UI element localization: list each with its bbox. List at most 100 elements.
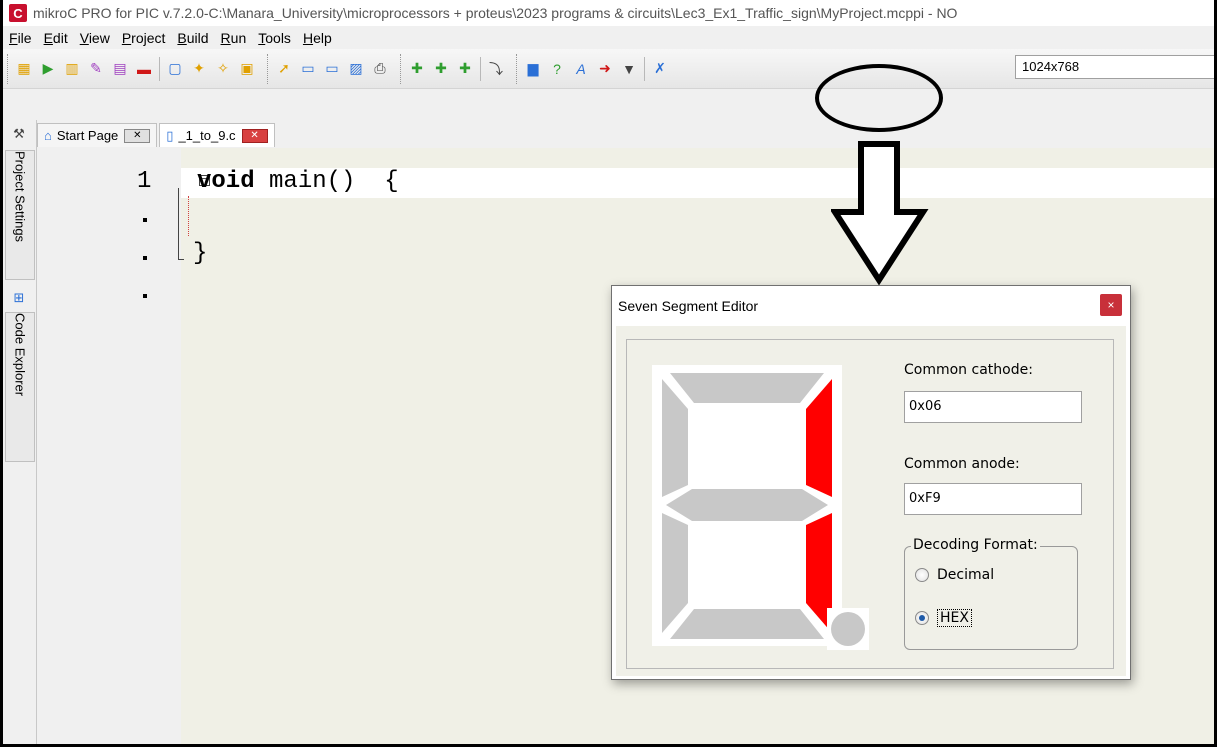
radio-decimal-button[interactable]: [915, 568, 929, 582]
menu-file[interactable]: File: [3, 30, 38, 46]
open-folder-icon[interactable]: ✧: [213, 59, 233, 79]
dialog-title: Seven Segment Editor: [618, 298, 759, 314]
toolbar-project-group: ▦ ▶ ▥ ✎ ▤ ▬ ▢ ✦ ✧ ▣: [7, 53, 263, 84]
annotation-ellipse: [815, 64, 943, 132]
radio-hex-label: HEX: [937, 609, 972, 627]
build-icon[interactable]: ✚: [407, 59, 427, 79]
segment-a[interactable]: [670, 373, 824, 403]
anode-label: Common anode:: [904, 456, 1020, 472]
menu-help[interactable]: Help: [297, 30, 338, 46]
side-panel: ⚒ Project Settings ⊞ Code Explorer: [3, 120, 37, 744]
segment-b[interactable]: [806, 379, 832, 497]
edit-project-icon[interactable]: ✎: [86, 59, 106, 79]
segment-dp[interactable]: [831, 612, 865, 646]
resolution-dropdown[interactable]: 1024x768: [1015, 55, 1214, 79]
text-caret: [188, 196, 189, 236]
open-file-icon[interactable]: ✦: [189, 59, 209, 79]
anode-value-field[interactable]: 0xF9: [904, 483, 1082, 515]
options-icon[interactable]: ✗: [650, 59, 670, 79]
seven-segment-display: [652, 365, 842, 646]
side-tab-code-explorer[interactable]: Code Explorer: [5, 312, 35, 462]
menu-bar: File Edit View Project Build Run Tools H…: [3, 26, 1214, 49]
toolbar: ▦ ▶ ▥ ✎ ▤ ▬ ▢ ✦ ✧ ▣ ➚ ▭ ▭ ▨ ⎙ ✚ ✚ ✚ ⤵ ▆: [3, 49, 1214, 89]
segment-e[interactable]: [662, 513, 688, 633]
open-project-icon[interactable]: ▶: [38, 59, 58, 79]
project-settings-icon: ⚒: [13, 126, 25, 141]
save-all-icon[interactable]: ▭: [322, 59, 342, 79]
close-tab-icon[interactable]: ✕: [124, 128, 151, 143]
code-explorer-icon: ⊞: [13, 290, 25, 305]
annotation-arrow: [831, 141, 929, 286]
dialog-body: Common cathode: 0x06 Common anode: 0xF9 …: [616, 326, 1126, 676]
side-tab-label: Code Explorer: [12, 313, 28, 397]
menu-run[interactable]: Run: [215, 30, 253, 46]
segment-f[interactable]: [662, 379, 688, 497]
close-project-icon[interactable]: ▬: [134, 59, 154, 79]
toolbar-tools-group: ▆ ? A ➜ ▼ ✗: [516, 53, 676, 84]
save-icon[interactable]: ▭: [298, 59, 318, 79]
usart-terminal-icon[interactable]: ▆: [523, 59, 543, 79]
line-marker: [143, 256, 147, 260]
code-line: }: [193, 240, 208, 267]
radio-hex[interactable]: HEX: [915, 609, 972, 627]
tab-start-page[interactable]: ⌂ Start Page ✕: [37, 123, 158, 147]
toolbar-separator: [159, 56, 160, 81]
save-as-icon[interactable]: ▨: [346, 59, 366, 79]
segment-g[interactable]: [666, 489, 828, 521]
app-window: C mikroC PRO for PIC v.7.2.0-C:\Manara_U…: [3, 0, 1214, 744]
radio-decimal[interactable]: Decimal: [915, 567, 994, 583]
eeprom-editor-icon[interactable]: ▼: [619, 59, 639, 79]
title-bar: C mikroC PRO for PIC v.7.2.0-C:\Manara_U…: [3, 0, 1214, 26]
seven-segment-editor-icon[interactable]: ➜: [595, 59, 615, 79]
line-marker: [143, 218, 147, 222]
menu-view[interactable]: View: [74, 30, 116, 46]
open-icon[interactable]: ➚: [274, 59, 294, 79]
menu-build[interactable]: Build: [171, 30, 214, 46]
ascii-chart-icon[interactable]: A: [571, 59, 591, 79]
new-project-icon[interactable]: ▦: [14, 59, 34, 79]
close-icon[interactable]: ×: [1100, 294, 1122, 316]
add-file-icon[interactable]: ▤: [110, 59, 130, 79]
editor-gutter: [47, 148, 181, 744]
code-text: main() {: [254, 168, 399, 195]
cathode-label: Common cathode:: [904, 362, 1033, 378]
keyword: void: [197, 168, 255, 195]
document-tabs: ⌂ Start Page ✕ ▯ _1_to_9.c ✕: [37, 122, 277, 148]
dialog-panel: Common cathode: 0x06 Common anode: 0xF9 …: [626, 339, 1114, 669]
radio-decimal-label: Decimal: [937, 567, 995, 583]
home-icon: ⌂: [44, 128, 52, 143]
segment-d[interactable]: [670, 609, 824, 639]
copy-icon[interactable]: ▣: [237, 59, 257, 79]
tab-label: _1_to_9.c: [178, 128, 236, 143]
code-line: void main() {: [197, 168, 399, 195]
tab-source-file[interactable]: ▯ _1_to_9.c ✕: [159, 123, 275, 147]
line-number: 1: [137, 168, 152, 195]
toolbar-build-group: ✚ ✚ ✚ ⤵: [400, 53, 512, 84]
menu-project[interactable]: Project: [116, 30, 172, 46]
window-title: mikroC PRO for PIC v.7.2.0-C:\Manara_Uni…: [33, 5, 958, 21]
mikroc-logo-icon: C: [9, 4, 27, 22]
help-icon[interactable]: ?: [547, 59, 567, 79]
tab-label: Start Page: [56, 128, 119, 143]
new-file-icon[interactable]: ▢: [165, 59, 185, 79]
file-icon: ▯: [166, 127, 174, 143]
build-program-icon[interactable]: ✚: [455, 59, 475, 79]
line-marker: [143, 294, 147, 298]
program-icon[interactable]: ⤵: [486, 59, 506, 79]
decoding-format-label: Decoding Format:: [911, 537, 1040, 553]
decimal-point-display: [831, 612, 865, 646]
menu-tools[interactable]: Tools: [252, 30, 297, 46]
dialog-title-bar: Seven Segment Editor: [612, 286, 1130, 326]
decoding-format-group: Decoding Format: Decimal HEX: [904, 537, 1078, 650]
side-tab-project-settings[interactable]: Project Settings: [5, 150, 35, 280]
fold-guide: [178, 188, 184, 260]
seven-segment-editor-dialog: Seven Segment Editor × Common cathode: 0…: [611, 285, 1131, 680]
close-tab-icon[interactable]: ✕: [241, 128, 268, 143]
radio-hex-button[interactable]: [915, 611, 929, 625]
save-project-icon[interactable]: ▥: [62, 59, 82, 79]
build-all-icon[interactable]: ✚: [431, 59, 451, 79]
print-icon[interactable]: ⎙: [370, 59, 390, 79]
menu-edit[interactable]: Edit: [38, 30, 74, 46]
cathode-value-field[interactable]: 0x06: [904, 391, 1082, 423]
decimal-point-box: [827, 608, 869, 650]
